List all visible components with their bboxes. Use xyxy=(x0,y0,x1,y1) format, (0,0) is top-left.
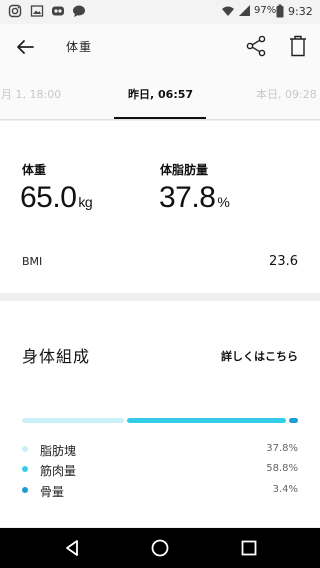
camera-app-icon xyxy=(52,6,64,16)
status-bar: 97% 9:32 xyxy=(0,0,320,24)
bmi-label: BMI xyxy=(22,255,43,268)
legend-value: 58.8% xyxy=(266,463,298,474)
date-tab-previous[interactable]: 7月 1, 18:00 xyxy=(0,86,61,102)
composition-title: 身体組成 xyxy=(22,347,91,366)
legend-value: 3.4% xyxy=(272,484,298,495)
legend-item-fat: 脂肪塊 37.8% xyxy=(22,441,298,458)
nav-back-icon[interactable] xyxy=(62,538,82,558)
trash-icon[interactable] xyxy=(288,34,308,58)
share-icon[interactable] xyxy=(244,34,268,58)
nav-recents-icon[interactable] xyxy=(239,538,259,558)
clock: 9:32 xyxy=(288,5,313,18)
legend-value: 37.8% xyxy=(266,443,298,454)
battery-percent: 97% xyxy=(254,5,277,16)
active-tab-indicator xyxy=(114,117,206,119)
bone-dot xyxy=(22,487,28,493)
weight-value: 65.0 xyxy=(20,181,77,214)
battery-icon xyxy=(276,4,284,18)
date-tabs: 7月 1, 18:00 昨日, 06:57 本日, 09:28 xyxy=(0,68,320,120)
fat-dot xyxy=(22,446,28,452)
date-tab-next[interactable]: 本日, 09:28 xyxy=(256,86,317,102)
weight-reading: 65.0 kg xyxy=(20,181,93,215)
legend-label: 脂肪塊 xyxy=(40,444,77,458)
wifi-icon xyxy=(222,6,234,16)
signal-icon xyxy=(239,5,250,16)
legend-item-bone: 骨量 3.4% xyxy=(22,482,298,499)
bmi-value: 23.6 xyxy=(269,254,298,269)
page-title: 体重 xyxy=(66,40,93,54)
fat-mass-bar xyxy=(22,418,124,423)
weight-label: 体重 xyxy=(22,163,47,177)
back-arrow-icon[interactable] xyxy=(14,36,36,58)
body-fat-label: 体脂肪量 xyxy=(160,163,209,177)
date-tab-current[interactable]: 昨日, 06:57 xyxy=(128,86,193,102)
instagram-icon xyxy=(8,4,22,18)
nav-home-icon[interactable] xyxy=(150,538,170,558)
chat-bubble-icon xyxy=(73,5,85,17)
image-icon xyxy=(30,5,44,17)
app-bar: 体重 xyxy=(0,24,320,68)
body-composition-card: 身体組成 詳しくはこちら 脂肪塊 37.8% 筋肉量 58.8% 骨量 3.4% xyxy=(0,301,320,527)
weight-unit: kg xyxy=(78,194,93,210)
legend-label: 筋肉量 xyxy=(40,464,77,478)
navigation-bar xyxy=(0,528,320,568)
body-fat-value: 37.8 xyxy=(159,181,216,214)
muscle-mass-bar xyxy=(127,418,286,423)
measurement-card: 体重 65.0 kg 体脂肪量 37.8% BMI 23.6 xyxy=(0,121,320,293)
legend-item-muscle: 筋肉量 58.8% xyxy=(22,461,298,478)
muscle-dot xyxy=(22,466,28,472)
body-fat-unit: % xyxy=(217,194,230,210)
legend-label: 骨量 xyxy=(40,485,65,499)
details-link[interactable]: 詳しくはこちら xyxy=(221,348,298,364)
bone-mass-bar xyxy=(289,418,298,423)
body-fat-reading: 37.8% xyxy=(159,181,230,215)
